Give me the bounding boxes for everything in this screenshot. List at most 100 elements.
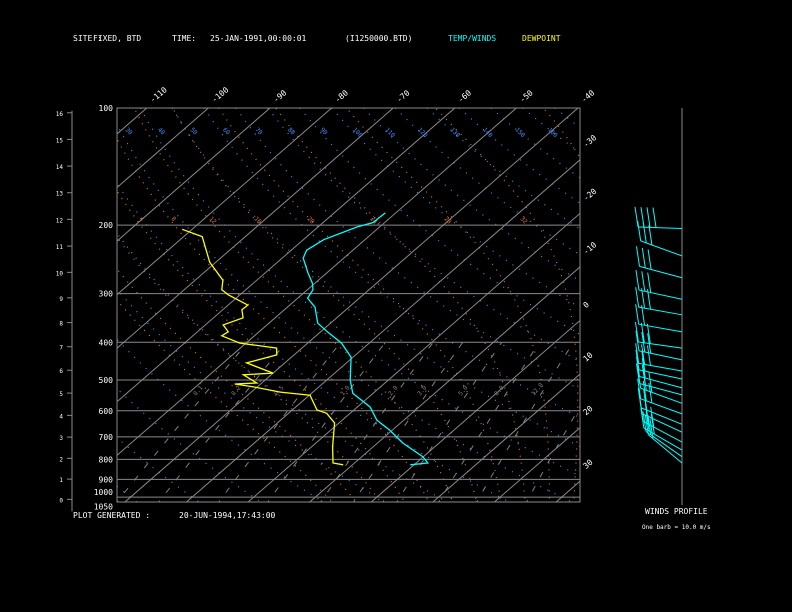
dry-adiabat-label: 30	[124, 126, 134, 136]
dry-adiabat-label: 90	[319, 126, 329, 136]
dry-adiabat-line	[522, 108, 580, 154]
generated-value: 20-JUN-1994,17:43:00	[179, 511, 276, 520]
wind-barb-tick	[646, 207, 651, 228]
background-lines	[0, 108, 792, 505]
pressure-label: 900	[99, 475, 114, 484]
dry-adiabat-label: 150	[514, 126, 527, 139]
mixing-ratio-line	[396, 342, 503, 502]
dry-adiabat-line	[117, 182, 511, 502]
pressure-label: 200	[99, 221, 114, 230]
height-label: 13	[56, 191, 64, 198]
wind-barb-tick	[648, 224, 653, 246]
isotherm-line	[0, 108, 24, 505]
mixing-ratio-line	[117, 341, 248, 502]
mixing-ratio-line	[438, 342, 540, 502]
moist-adiabat-line	[435, 108, 579, 502]
isotherm-line	[614, 108, 792, 505]
dry-adiabat-line	[299, 108, 580, 336]
moist-adiabat-line	[117, 232, 382, 502]
moist-adiabat-label: 32	[519, 215, 529, 225]
moist-adiabat-line	[117, 137, 430, 502]
isotherm-right-label: -30	[582, 133, 599, 149]
mixing-ratio-label: 2.0	[387, 384, 400, 397]
isotherm-right-label: -10	[582, 240, 599, 256]
mixing-ratio-label: 1.0	[339, 384, 352, 397]
dry-adiabat-label: 120	[416, 126, 429, 139]
dry-adiabat-line	[139, 108, 580, 477]
dewpoint-line	[181, 228, 344, 466]
file-name: (I1250000.BTD)	[345, 34, 412, 43]
moist-adiabat-label: 12	[208, 215, 218, 225]
height-axis: 012345678910111213141516	[56, 110, 73, 512]
mixing-ratio-line	[158, 341, 287, 502]
mixing-ratio-line	[525, 405, 580, 502]
pressure-label: 500	[99, 376, 114, 385]
isotherm-right-label: -20	[582, 187, 599, 203]
isotherm-right-label: 10	[582, 350, 595, 363]
height-label: 7	[59, 345, 63, 352]
height-label: 5	[59, 391, 63, 398]
dry-adiabat-line	[117, 485, 138, 502]
skewt-chart: SITE : FIXED, BTD TIME: 25-JAN-1991,00:0…	[0, 34, 792, 531]
wind-barb-staff	[638, 226, 683, 229]
dry-adiabat-label: 110	[384, 126, 397, 139]
mixing-ratio-line	[267, 341, 386, 502]
isotherm-line	[117, 108, 148, 135]
isotherm-top-label: -80	[333, 88, 350, 104]
dry-adiabat-line	[117, 436, 200, 502]
pressure-label: 800	[99, 455, 114, 464]
dry-adiabat-line	[235, 108, 580, 391]
wind-barb-staff	[638, 362, 683, 372]
dry-adiabat-line	[267, 108, 580, 363]
height-label: 9	[59, 296, 63, 303]
wind-barb-tick	[641, 247, 646, 268]
winds-profile	[634, 108, 683, 505]
dry-adiabat-line	[363, 108, 580, 282]
wind-barb-staff	[638, 306, 683, 316]
mixing-ratio-label: 3.0	[416, 384, 429, 397]
dry-adiabat-label: 160	[546, 126, 559, 139]
isotherm-line	[117, 108, 332, 296]
pressure-label: 300	[99, 290, 114, 299]
isotherm-line	[117, 108, 517, 456]
dry-adiabat-label: 60	[221, 126, 231, 136]
barb-note: One barb = 10.0 m/s	[642, 524, 711, 531]
wind-barb-tick	[647, 249, 652, 270]
skewt-window: SITE : FIXED, BTD TIME: 25-JAN-1991,00:0…	[0, 0, 792, 612]
dry-adiabat-line	[117, 236, 449, 502]
isotherm-top-label: -40	[580, 88, 597, 104]
wind-barb-staff	[638, 341, 683, 349]
wind-barb-staff	[638, 323, 683, 333]
dry-adiabat-line	[331, 108, 580, 309]
dry-adiabat-label: 40	[156, 126, 166, 136]
isotherm-labels: -110 -100 -90 -80 -70 -60 -50 -40-30-20-1001020…	[124, 85, 599, 471]
height-label: 2	[59, 456, 63, 463]
height-label: 12	[56, 217, 64, 224]
dry-adiabat-line	[587, 108, 792, 505]
isotherm-top-label: -90	[272, 88, 289, 104]
pressure-label: 400	[99, 338, 114, 347]
legend-dewpoint: DEWPOINT	[522, 34, 561, 43]
dry-adiabat-label: 70	[254, 126, 264, 136]
wind-barb-tick	[648, 372, 653, 393]
dry-adiabat-label: 100	[351, 126, 364, 139]
isotherm-line	[117, 108, 456, 403]
moist-adiabat-label: 24	[369, 215, 379, 225]
time-value: 25-JAN-1991,00:00:01	[210, 34, 307, 43]
wind-barb-staff	[638, 350, 683, 361]
wind-barb-tick	[635, 269, 640, 291]
isotherm-line	[185, 159, 580, 502]
pressure-label: 600	[99, 407, 114, 416]
pressure-label: 700	[99, 433, 114, 442]
height-label: 1	[59, 477, 63, 484]
dry-adiabat-line	[117, 123, 573, 502]
pressure-axis: 10020030040050060070080090010001050	[94, 104, 580, 511]
wind-barb	[642, 411, 683, 458]
mixing-ratio-label: 12.0	[530, 381, 545, 397]
dry-adiabat-label: 80	[286, 126, 296, 136]
isotherm-top-label: -60	[456, 88, 473, 104]
mixing-ratio-line	[218, 341, 342, 502]
isotherm-top-label: -70	[395, 88, 412, 104]
wind-barb-tick	[634, 206, 639, 228]
wind-barb-tick	[647, 272, 652, 293]
